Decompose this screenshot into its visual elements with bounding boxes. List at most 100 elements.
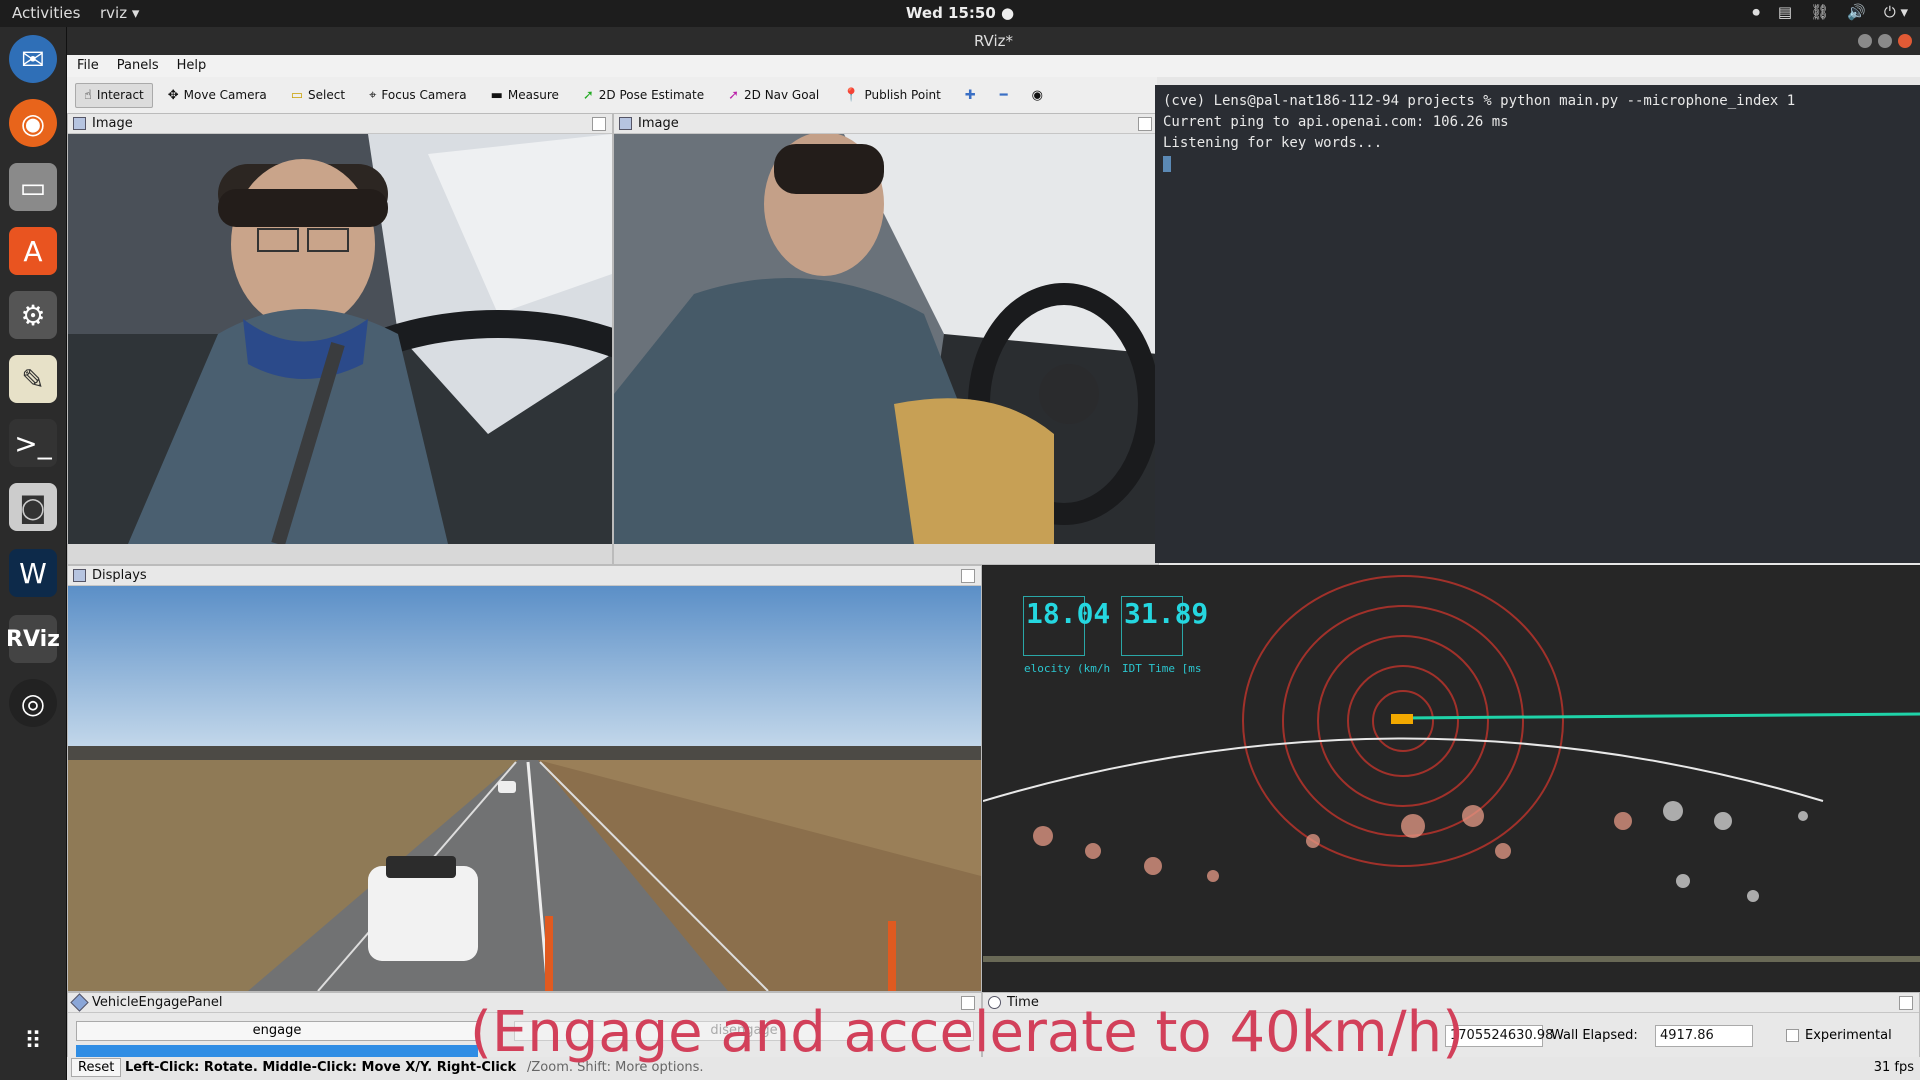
rviz-window: RViz* File Panels Help ☝ Interact ✥ Move C…: [67, 27, 1920, 1080]
displays-panel: Displays: [67, 565, 982, 992]
drone-camera-view: [68, 586, 981, 991]
panel-close-checkbox[interactable]: [592, 117, 606, 131]
obs-icon[interactable]: ◎: [9, 679, 57, 727]
panel-header: Displays: [68, 566, 981, 586]
purple-arrow-icon: ➚: [728, 87, 739, 103]
dock: ✉ ◉ ▭ A ⚙ ✎ >_ ◙ W RViz ◎ ⠿: [0, 27, 67, 1080]
terminal-line: (cve) Lens@pal-nat186-112-94 projects % …: [1163, 93, 1796, 109]
panel-close-checkbox[interactable]: [1899, 996, 1913, 1010]
panel-title: VehicleEngagePanel: [92, 995, 223, 1010]
firefox-icon[interactable]: ◉: [9, 99, 57, 147]
close-button[interactable]: [1898, 34, 1912, 48]
system-tray[interactable]: ⏺ ▤ ⛓ 🔊 ⏻ ▾: [1752, 3, 1908, 21]
panel-close-checkbox[interactable]: [961, 569, 975, 583]
idt-time-gauge: 31.89 IDT Time [ms: [1121, 596, 1209, 675]
tool-properties-button[interactable]: ◉: [1023, 83, 1052, 108]
remove-tool-button[interactable]: ━: [991, 83, 1017, 108]
obs-tray-icon[interactable]: ⏺: [1752, 3, 1760, 21]
interact-tool[interactable]: ☝ Interact: [75, 82, 153, 108]
system-top-bar: Activities rviz ▾ Wed 15:50 ● ⏺ ▤ ⛓ 🔊 ⏻ …: [0, 0, 1920, 27]
status-help-text: Left-Click: Rotate. Middle-Click: Move X…: [125, 1060, 517, 1075]
rviz-icon[interactable]: RViz: [6, 615, 60, 663]
settings-icon[interactable]: ⚙: [9, 291, 57, 339]
move-camera-tool[interactable]: ✥ Move Camera: [159, 83, 276, 108]
engage-progress-fill: [76, 1045, 478, 1057]
terminal-line: Current ping to api.openai.com: 106.26 m…: [1163, 114, 1509, 130]
image-panel-left: Image: [67, 113, 613, 565]
crosshair-icon: ⌖: [369, 87, 377, 103]
hand-icon: ☝: [84, 87, 92, 103]
panel-close-checkbox[interactable]: [1138, 117, 1152, 131]
menu-help[interactable]: Help: [177, 55, 207, 77]
menu-panels[interactable]: Panels: [117, 55, 159, 77]
engage-button[interactable]: engage: [76, 1021, 478, 1041]
monitor-icon: [73, 569, 86, 582]
panel-title: Image: [638, 116, 679, 131]
autoware-icon[interactable]: W: [9, 549, 57, 597]
clipboard-icon[interactable]: ▤: [1778, 3, 1792, 21]
image-icon: [73, 117, 86, 130]
plus-icon: ✚: [964, 87, 976, 103]
menu-file[interactable]: File: [77, 55, 99, 77]
velocity-label: elocity (km/h: [1024, 662, 1111, 675]
eye-icon: ◉: [1031, 87, 1043, 103]
terminal-window[interactable]: (cve) Lens@pal-nat186-112-94 projects % …: [1155, 85, 1920, 563]
minus-icon: ━: [999, 87, 1008, 103]
app-menu[interactable]: rviz ▾: [100, 4, 139, 22]
velocity-value: 18.04: [1026, 597, 1111, 630]
map-pin-icon: 📍: [843, 87, 860, 103]
camera-icon[interactable]: ◙: [9, 483, 57, 531]
measure-tool[interactable]: ▬ Measure: [482, 83, 568, 108]
window-title: RViz*: [973, 32, 1014, 50]
add-tool-button[interactable]: ✚: [956, 83, 985, 108]
panel-title: Image: [92, 116, 133, 131]
clock[interactable]: Wed 15:50 ●: [0, 4, 1920, 22]
idt-value: 31.89: [1124, 597, 1209, 630]
engage-progress-track: [76, 1045, 478, 1057]
select-icon: ▭: [290, 87, 304, 103]
driver-front-camera-view: [68, 134, 612, 544]
experimental-label: Experimental: [1805, 1028, 1892, 1043]
nav-goal-tool[interactable]: ➚ 2D Nav Goal: [719, 83, 828, 108]
power-icon[interactable]: ⏻ ▾: [1884, 3, 1908, 21]
wall-elapsed-label: Wall Elapsed:: [1551, 1028, 1638, 1043]
files-icon[interactable]: ▭: [9, 163, 57, 211]
tool-bar: ☝ Interact ✥ Move Camera ▭ Select ⌖ Focus Ca…: [67, 77, 1157, 113]
show-apps-icon[interactable]: ⠿: [9, 1017, 57, 1065]
green-arrow-icon: ➚: [582, 87, 594, 103]
network-icon[interactable]: ⛓: [1810, 3, 1829, 21]
maximize-button[interactable]: [1878, 34, 1892, 48]
reset-button[interactable]: Reset: [71, 1058, 122, 1077]
panel-header: Image: [614, 114, 1158, 134]
wall-elapsed-field[interactable]: 4917.86: [1655, 1025, 1753, 1047]
window-titlebar[interactable]: RViz*: [67, 27, 1920, 55]
diamond-icon: [70, 993, 89, 1012]
terminal-line: Listening for key words...: [1163, 135, 1383, 151]
3d-view-panel[interactable]: 18.04 elocity (km/h 31.89 IDT Time [ms: [982, 565, 1920, 992]
panel-header: Image: [68, 114, 612, 134]
panel-title: Displays: [92, 568, 147, 583]
volume-icon[interactable]: 🔊: [1847, 3, 1866, 21]
software-center-icon[interactable]: A: [9, 227, 57, 275]
move-icon: ✥: [167, 87, 179, 103]
video-caption: (Engage and accelerate to 40km/h): [470, 1000, 1464, 1065]
minimize-button[interactable]: [1858, 34, 1872, 48]
activities-button[interactable]: Activities: [12, 4, 80, 22]
terminal-icon[interactable]: >_: [9, 419, 57, 467]
focus-camera-tool[interactable]: ⌖ Focus Camera: [360, 83, 476, 108]
thunderbird-icon[interactable]: ✉: [9, 35, 57, 83]
image-panel-right: Image: [613, 113, 1159, 565]
experimental-checkbox[interactable]: [1786, 1029, 1799, 1042]
ruler-icon: ▬: [490, 87, 503, 103]
menu-bar: File Panels Help: [67, 55, 1920, 77]
window-controls: [1858, 34, 1912, 48]
pose-estimate-tool[interactable]: ➚ 2D Pose Estimate: [574, 83, 713, 108]
image-icon: [619, 117, 632, 130]
velocity-gauge: 18.04 elocity (km/h: [1023, 596, 1111, 675]
driver-side-camera-view: [614, 134, 1158, 544]
select-tool[interactable]: ▭ Select: [282, 83, 354, 108]
text-editor-icon[interactable]: ✎: [9, 355, 57, 403]
fps-counter: 31 fps: [1873, 1060, 1914, 1075]
publish-point-tool[interactable]: 📍 Publish Point: [834, 83, 950, 108]
idt-label: IDT Time [ms: [1122, 662, 1202, 675]
